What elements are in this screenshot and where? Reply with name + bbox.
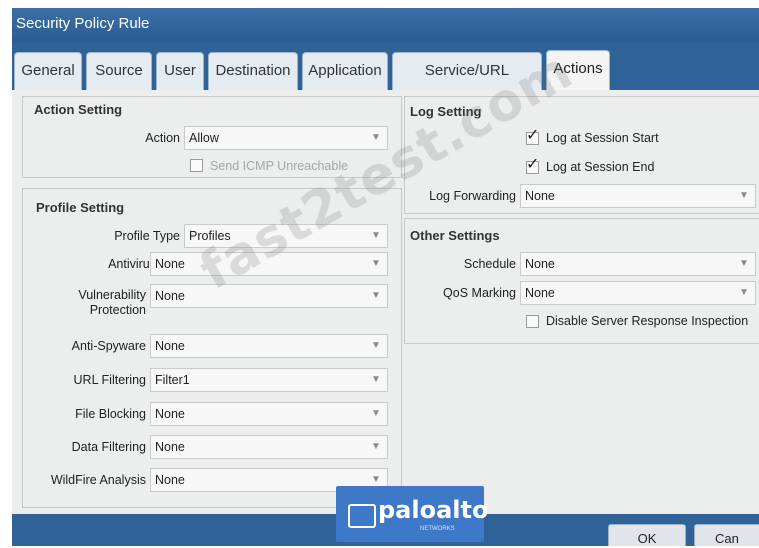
chevron-down-icon: ▼ xyxy=(371,290,381,301)
vulnerability-protection-select[interactable]: None ▼ xyxy=(150,284,388,308)
tab-general[interactable]: General xyxy=(14,52,82,90)
action-select[interactable]: Allow ▼ xyxy=(184,126,388,150)
qos-marking-value: None xyxy=(525,286,555,300)
disable-server-response-inspection-checkbox[interactable] xyxy=(526,315,539,328)
paloalto-logo-icon xyxy=(348,504,376,528)
chevron-down-icon: ▼ xyxy=(371,408,381,419)
chevron-down-icon: ▼ xyxy=(371,374,381,385)
schedule-select[interactable]: None ▼ xyxy=(520,252,756,276)
checkmark-icon: ✓ xyxy=(526,156,540,173)
wildfire-analysis-value: None xyxy=(155,473,185,487)
log-forwarding-label: Log Forwarding xyxy=(429,189,516,203)
antivirus-value: None xyxy=(155,257,185,271)
file-blocking-label: File Blocking xyxy=(75,407,146,421)
tab-destination[interactable]: Destination xyxy=(208,52,298,90)
chevron-down-icon: ▼ xyxy=(371,340,381,351)
log-forwarding-value: None xyxy=(525,189,555,203)
cancel-button[interactable]: Can xyxy=(694,524,759,546)
log-session-end-label: Log at Session End xyxy=(546,160,655,174)
tab-application[interactable]: Application xyxy=(302,52,388,90)
tab-strip: General Source User Destination Applicat… xyxy=(12,42,759,115)
action-setting-title: Action Setting xyxy=(34,102,123,117)
vulnerability-value: None xyxy=(155,289,185,303)
log-forwarding-select[interactable]: None ▼ xyxy=(520,184,756,208)
chevron-down-icon: ▼ xyxy=(371,258,381,269)
checkmark-icon: ✓ xyxy=(526,127,540,144)
data-filtering-select[interactable]: None ▼ xyxy=(150,435,388,459)
wildfire-analysis-label: WildFire Analysis xyxy=(50,473,146,487)
send-icmp-checkbox[interactable] xyxy=(190,159,203,172)
dialog-title: Security Policy Rule xyxy=(12,8,759,42)
anti-spyware-label: Anti-Spyware xyxy=(71,339,146,353)
profile-type-label: Profile Type xyxy=(114,229,180,243)
chevron-down-icon: ▼ xyxy=(371,441,381,452)
tab-source[interactable]: Source xyxy=(86,52,152,90)
file-blocking-value: None xyxy=(155,407,185,421)
schedule-value: None xyxy=(525,257,555,271)
chevron-down-icon: ▼ xyxy=(739,190,749,201)
chevron-down-icon: ▼ xyxy=(739,258,749,269)
url-filtering-select[interactable]: Filter1 ▼ xyxy=(150,368,388,392)
badge-sub: NETWORKS xyxy=(420,526,455,532)
profile-setting-title: Profile Setting xyxy=(36,200,125,215)
other-settings-title: Other Settings xyxy=(410,228,500,243)
vulnerability-label-line2: Protection xyxy=(89,303,146,317)
data-filtering-label: Data Filtering xyxy=(71,440,146,454)
ok-button[interactable]: OK xyxy=(608,524,686,546)
anti-spyware-value: None xyxy=(155,339,185,353)
anti-spyware-select[interactable]: None ▼ xyxy=(150,334,388,358)
security-policy-rule-dialog: Security Policy Rule General Source User… xyxy=(12,8,759,546)
paloalto-badge: paloalto NETWORKS xyxy=(336,486,488,542)
qos-marking-label: QoS Marking xyxy=(443,286,516,300)
data-filtering-value: None xyxy=(155,440,185,454)
disable-server-response-inspection-label: Disable Server Response Inspection xyxy=(546,314,749,328)
chevron-down-icon: ▼ xyxy=(739,287,749,298)
action-label: Action xyxy=(145,131,180,145)
log-session-start-label: Log at Session Start xyxy=(546,131,659,145)
action-value: Allow xyxy=(189,131,219,145)
schedule-label: Schedule xyxy=(463,257,516,271)
url-filtering-label: URL Filtering xyxy=(73,373,146,387)
file-blocking-select[interactable]: None ▼ xyxy=(150,402,388,426)
qos-marking-select[interactable]: None ▼ xyxy=(520,281,756,305)
badge-text: paloalto xyxy=(378,496,489,524)
url-filtering-value: Filter1 xyxy=(155,373,190,387)
chevron-down-icon: ▼ xyxy=(371,230,381,241)
vulnerability-label: Vulnerability xyxy=(78,288,146,302)
tab-user[interactable]: User xyxy=(156,52,204,90)
antivirus-label: Antivirus xyxy=(108,257,156,271)
